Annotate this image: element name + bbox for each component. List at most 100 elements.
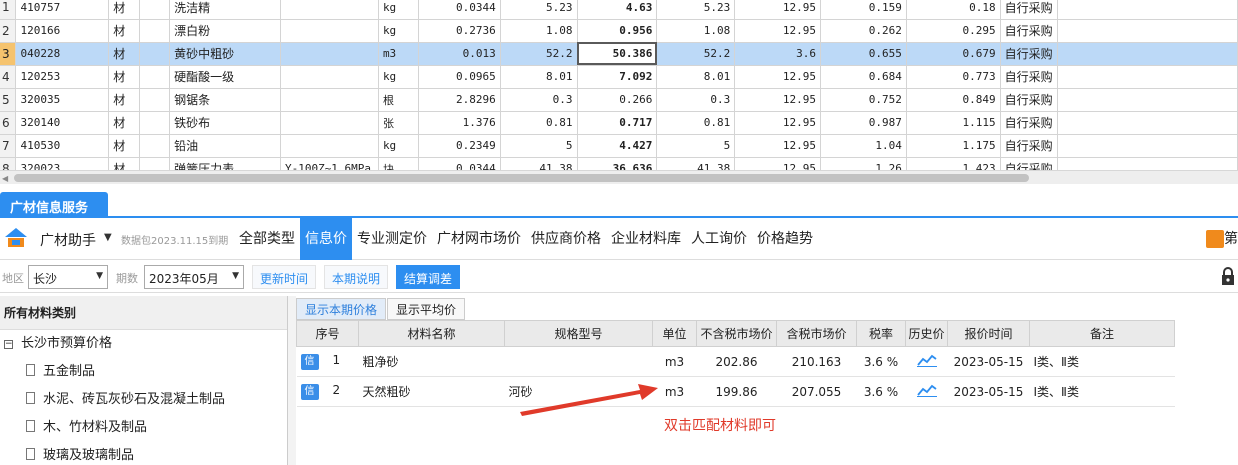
material-name[interactable]: 钢锯条 — [169, 88, 281, 112]
grid-row[interactable]: 6 320140 材铁砂布张 1.376 0.81 0.717 0.81 12.95 0.987… — [0, 111, 1238, 135]
tree-node[interactable]: 木、竹材料及制品 — [0, 414, 287, 442]
grid-cell[interactable] — [139, 134, 171, 158]
column-header[interactable]: 备注 — [1029, 320, 1175, 347]
material-code[interactable]: 410757 — [15, 0, 110, 20]
material-code[interactable]: 320035 — [15, 88, 110, 112]
row-index[interactable]: 5 — [0, 88, 17, 112]
tab-5[interactable]: 供应商价格 — [526, 218, 606, 260]
row-index[interactable]: 2 — [0, 19, 17, 43]
panel-tab-guangcai[interactable]: 广材信息服务 — [0, 192, 108, 218]
grid-row[interactable]: 8 320023 材弹簧压力表 Y-100Z~1.6MPa 块 0.0344 41.38 36… — [0, 157, 1238, 170]
grid-cell[interactable] — [139, 0, 171, 20]
material-type[interactable]: 材 — [108, 134, 141, 158]
quantity[interactable]: 2.8296 — [418, 88, 501, 112]
spec-model[interactable] — [280, 19, 379, 43]
tax-rate[interactable]: 12.95 — [734, 19, 822, 43]
quantity[interactable]: 0.2736 — [418, 19, 501, 43]
quantity[interactable]: 0.013 — [418, 42, 501, 66]
supply-mode[interactable]: 自行采购 — [1000, 111, 1058, 135]
tree-node-root[interactable]: − 长沙市预算价格 — [0, 330, 287, 358]
quantity[interactable]: 0.0344 — [418, 157, 501, 170]
pre-tax-price[interactable]: 8.01 — [656, 65, 736, 89]
right-toolbar-item[interactable]: 第 — [1206, 228, 1238, 248]
result-row[interactable]: 信 2 天然粗砂 河砂 m3 199.86 207.055 3.6 % 2023-05-15 Ⅰ类… — [296, 376, 1175, 407]
material-code[interactable]: 320023 — [15, 157, 110, 170]
settle-adjust-button[interactable]: 结算调差 — [396, 265, 461, 289]
period-note-button[interactable]: 本期说明 — [324, 265, 389, 289]
pre-tax-price[interactable]: 5 — [656, 134, 736, 158]
price[interactable]: 0.3 — [500, 88, 578, 112]
value-b[interactable]: 0.295 — [906, 19, 1001, 43]
pre-tax-price[interactable]: 5.23 — [656, 0, 736, 20]
unit[interactable]: 张 — [378, 111, 419, 135]
unit[interactable]: kg — [378, 65, 419, 89]
grid-cell[interactable] — [1057, 134, 1238, 158]
tax-rate[interactable]: 3.6 — [734, 42, 822, 66]
row-index[interactable]: 8 — [0, 157, 17, 170]
region-select[interactable]: 长沙 ▼ — [28, 265, 108, 289]
lock-icon[interactable] — [1220, 266, 1236, 286]
unit[interactable]: 块 — [378, 157, 419, 170]
spec-model[interactable] — [280, 134, 379, 158]
collapse-icon[interactable]: − — [4, 340, 13, 349]
market-price[interactable]: 0.956 — [577, 19, 658, 43]
material-type[interactable]: 材 — [108, 0, 141, 20]
material-name[interactable]: 洗洁精 — [169, 0, 281, 20]
grid-row[interactable]: 1 410757 材洗洁精 kg 0.0344 5.23 4.63 5.23 12.95 0.15… — [0, 0, 1238, 20]
grid-cell[interactable] — [1057, 0, 1238, 20]
material-name[interactable]: 黄砂中粗砂 — [169, 42, 281, 66]
price[interactable]: 41.38 — [500, 157, 578, 170]
grid-cell[interactable] — [1057, 19, 1238, 43]
market-price[interactable]: 50.386 — [577, 42, 658, 66]
tab-6[interactable]: 企业材料库 — [606, 218, 686, 260]
pre-tax-price[interactable]: 52.2 — [656, 42, 736, 66]
horizontal-scrollbar[interactable]: ◀ — [0, 170, 1238, 184]
trend-chart-icon[interactable] — [916, 383, 937, 397]
brand-menu[interactable]: 广材助手 — [40, 230, 96, 250]
price[interactable]: 5.23 — [500, 0, 578, 20]
panel-splitter[interactable] — [288, 296, 296, 465]
supply-mode[interactable]: 自行采购 — [1000, 65, 1058, 89]
material-code[interactable]: 040228 — [15, 42, 110, 66]
value-a[interactable]: 0.655 — [820, 42, 907, 66]
material-type[interactable]: 材 — [108, 88, 141, 112]
material-type[interactable]: 材 — [108, 19, 141, 43]
grid-cell[interactable] — [1057, 157, 1238, 170]
grid-cell[interactable] — [1057, 88, 1238, 112]
column-header[interactable]: 税率 — [856, 320, 906, 347]
material-code[interactable]: 120253 — [15, 65, 110, 89]
material-type[interactable]: 材 — [108, 42, 141, 66]
tab-3[interactable]: 专业测定价 — [352, 218, 432, 260]
quantity[interactable]: 0.0344 — [418, 0, 501, 20]
supply-mode[interactable]: 自行采购 — [1000, 42, 1058, 66]
unit[interactable]: kg — [378, 19, 419, 43]
column-header[interactable]: 历史价 — [905, 320, 948, 347]
price[interactable]: 1.08 — [500, 19, 578, 43]
spec-model[interactable] — [280, 42, 379, 66]
material-name[interactable]: 漂白粉 — [169, 19, 281, 43]
column-header[interactable]: 报价时间 — [947, 320, 1030, 347]
trend-chart-icon[interactable] — [916, 353, 937, 367]
result-row[interactable]: 信 1 粗净砂 m3 202.86 210.163 3.6 % 2023-05-15 Ⅰ类、Ⅱ类 — [296, 346, 1175, 377]
tax-rate[interactable]: 12.95 — [734, 0, 822, 20]
grid-row[interactable]: 4 120253 材硬酯酸一级 kg 0.0965 8.01 7.092 8.01 12.95 0… — [0, 65, 1238, 89]
value-b[interactable]: 0.679 — [906, 42, 1001, 66]
grid-row[interactable]: 2 120166 材漂白粉 kg 0.2736 1.08 0.956 1.08 12.95 0.2… — [0, 19, 1238, 43]
unit[interactable]: m3 — [378, 42, 419, 66]
unit[interactable]: kg — [378, 134, 419, 158]
value-a[interactable]: 1.26 — [820, 157, 907, 170]
value-a[interactable]: 0.752 — [820, 88, 907, 112]
pre-tax-price[interactable]: 1.08 — [656, 19, 736, 43]
value-b[interactable]: 1.423 — [906, 157, 1001, 170]
grid-row[interactable]: 7 410530 材铅油 kg 0.2349 5 4.427 5 12.95 1.04 1.175 自… — [0, 134, 1238, 158]
tab-2[interactable]: 信息价 — [300, 218, 352, 260]
material-name[interactable]: 铅油 — [169, 134, 281, 158]
quantity[interactable]: 0.0965 — [418, 65, 501, 89]
grid-cell[interactable] — [139, 88, 171, 112]
grid-cell[interactable] — [139, 111, 171, 135]
grid-cell[interactable] — [1057, 111, 1238, 135]
material-type[interactable]: 材 — [108, 111, 141, 135]
row-index[interactable]: 1 — [0, 0, 17, 20]
unit[interactable]: 根 — [378, 88, 419, 112]
column-header[interactable]: 含税市场价 — [776, 320, 857, 347]
